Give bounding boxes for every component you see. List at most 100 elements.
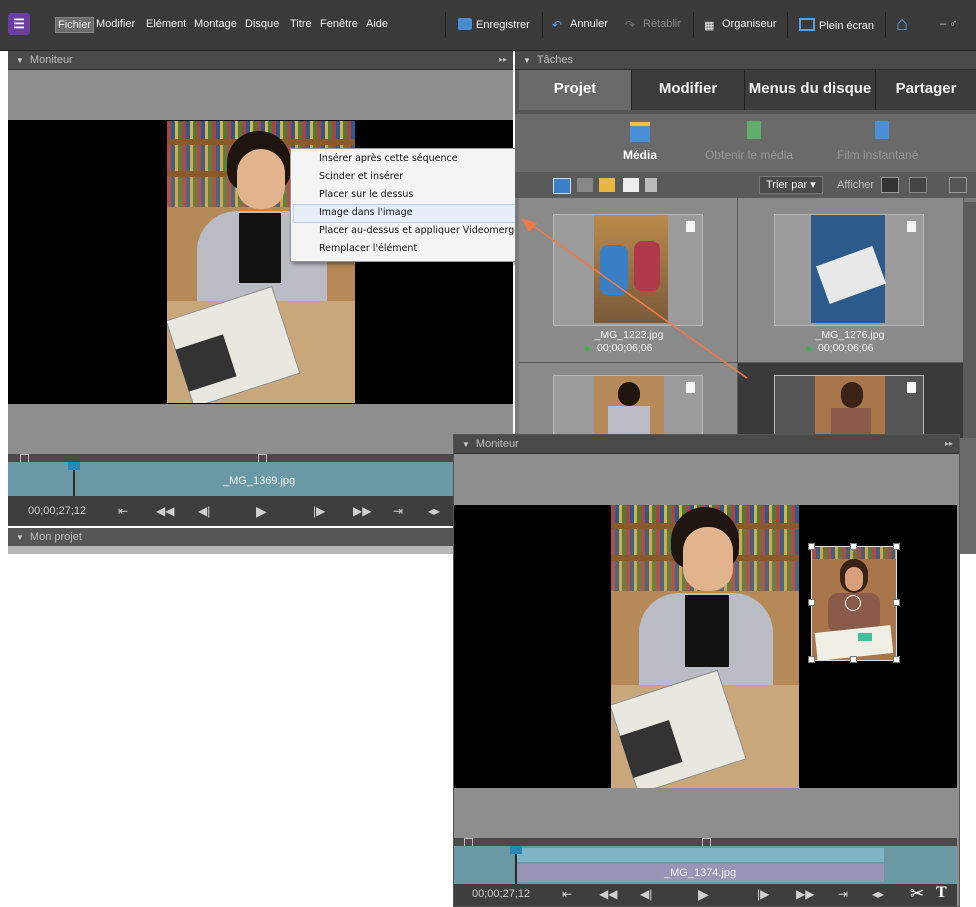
- tasks-tabbar: Projet Modifier Menus du disque Partager: [515, 70, 976, 114]
- panel-menu-icon[interactable]: ▸▸: [499, 51, 507, 69]
- mini-timeline[interactable]: _MG_1374.jpg: [454, 846, 957, 884]
- menu-fenetre[interactable]: Fenêtre: [320, 18, 358, 30]
- go-to-end-icon[interactable]: ⇥: [393, 504, 403, 518]
- play-icon[interactable]: ▶: [256, 503, 267, 520]
- callout-arrow: [521, 218, 748, 379]
- save-label: Enregistrer: [476, 19, 530, 31]
- media-item-selected[interactable]: [738, 363, 964, 440]
- home-icon[interactable]: ⌂: [896, 13, 920, 35]
- menu-item-picture-in-picture[interactable]: Image dans l'image: [319, 207, 412, 218]
- step-forward-icon[interactable]: |▶: [313, 504, 325, 518]
- step-back-icon[interactable]: ◀|: [640, 887, 652, 901]
- scrollbar[interactable]: [963, 202, 976, 438]
- project-title: Mon projet: [29, 531, 82, 543]
- redo-label: Rétablir: [643, 18, 681, 30]
- resize-handle[interactable]: [808, 656, 815, 663]
- trash-icon[interactable]: [645, 178, 657, 192]
- tab-modifier[interactable]: Modifier: [632, 70, 745, 110]
- redo-button[interactable]: ↷ Rétablir: [625, 18, 681, 32]
- menu-item-insert-after[interactable]: Insérer après cette séquence: [319, 153, 458, 164]
- tab-projet[interactable]: Projet: [519, 70, 632, 110]
- scrub-ruler[interactable]: [454, 838, 957, 847]
- fast-forward-icon[interactable]: ▶▶: [353, 504, 371, 518]
- play-icon[interactable]: ▶: [698, 886, 709, 903]
- organizer-button[interactable]: ▦ Organiseur: [704, 18, 776, 32]
- menu-montage[interactable]: Montage: [194, 18, 237, 30]
- menu-item-videomerge[interactable]: Placer au-dessus et appliquer Videomerge: [319, 225, 520, 236]
- folder-icon[interactable]: [577, 178, 593, 192]
- playhead-icon[interactable]: [510, 846, 522, 854]
- face-shape: [237, 149, 285, 209]
- scrub-ruler[interactable]: [8, 454, 513, 463]
- grid-view-icon[interactable]: [553, 178, 571, 194]
- resize-handle[interactable]: [808, 599, 815, 606]
- redo-icon: ↷: [625, 18, 636, 32]
- resize-handle[interactable]: [893, 656, 900, 663]
- toolbar-divider: [885, 12, 886, 38]
- menu-fichier[interactable]: Fichier: [55, 17, 95, 33]
- menu-item-split-insert[interactable]: Scinder et insérer: [319, 171, 403, 182]
- thumbnail-image: [594, 376, 664, 438]
- scissors-icon[interactable]: ✂: [910, 884, 924, 904]
- go-to-start-icon[interactable]: ⇤: [562, 887, 572, 901]
- step-forward-icon[interactable]: |▶: [757, 887, 769, 901]
- menu-modifier[interactable]: Modifier: [96, 18, 135, 30]
- view-label: Afficher: [837, 179, 875, 191]
- menubar: ☰ Fichier Modifier Elément Montage Disqu…: [0, 0, 976, 51]
- new-item-icon[interactable]: [623, 178, 639, 192]
- thumbnail-frame: [774, 214, 924, 326]
- collapse-icon[interactable]: ▼: [16, 52, 24, 70]
- window-controls[interactable]: – ♂: [940, 18, 957, 30]
- shuttle-icon[interactable]: ◂▸: [872, 887, 884, 901]
- get-media-icon: [747, 121, 761, 139]
- panel-menu-icon[interactable]: ▸▸: [945, 435, 953, 453]
- step-back-icon[interactable]: ◀|: [198, 504, 210, 518]
- filmstrip-view-icon[interactable]: [881, 177, 899, 193]
- rewind-icon[interactable]: ◀◀: [156, 504, 174, 518]
- sort-dropdown[interactable]: Trier par ▾: [759, 176, 823, 194]
- transport-bar: 00;00;27;12 ⇤ ◀◀ ◀| ▶ |▶ ▶▶ ⇥ ◂▸ ✂ T: [454, 884, 957, 906]
- subtab-media[interactable]: Média: [623, 148, 657, 162]
- tab-menus-disque[interactable]: Menus du disque: [745, 70, 876, 110]
- resize-handle[interactable]: [893, 599, 900, 606]
- rewind-icon[interactable]: ◀◀: [599, 887, 617, 901]
- menu-element[interactable]: Elément: [146, 18, 186, 30]
- fullscreen-button[interactable]: Plein écran: [799, 18, 874, 32]
- subtab-obtenir-media[interactable]: Obtenir le média: [705, 148, 793, 162]
- save-button[interactable]: Enregistrer: [458, 18, 530, 31]
- title-tool-icon[interactable]: T: [936, 884, 947, 902]
- collapse-icon[interactable]: ▼: [523, 52, 531, 70]
- fast-forward-icon[interactable]: ▶▶: [796, 887, 814, 901]
- tab-partager[interactable]: Partager: [876, 70, 976, 110]
- go-to-start-icon[interactable]: ⇤: [118, 504, 128, 518]
- crosshair-icon[interactable]: [845, 595, 861, 611]
- shirt-shape: [685, 595, 729, 667]
- undo-button[interactable]: ↶ Annuler: [552, 18, 608, 32]
- mini-timeline[interactable]: _MG_1369.jpg: [8, 462, 513, 496]
- monitor2-panel: ▼ Moniteur ▸▸ _MG_1374.jpg 00;00;27;12 ⇤…: [453, 434, 960, 907]
- arrow-head: [521, 218, 537, 232]
- resize-handle[interactable]: [850, 543, 857, 550]
- audio-view-icon[interactable]: [909, 177, 927, 193]
- new-folder-icon[interactable]: [599, 178, 615, 192]
- image-view-icon[interactable]: [949, 177, 967, 193]
- pip-overlay[interactable]: [811, 546, 897, 661]
- collapse-icon[interactable]: ▼: [16, 529, 24, 547]
- menu-item-replace[interactable]: Remplacer l'élément: [319, 243, 417, 254]
- shuttle-icon[interactable]: ◂▸: [428, 504, 440, 518]
- resize-handle[interactable]: [893, 543, 900, 550]
- subtab-film-instantane[interactable]: Film instantané: [837, 148, 918, 162]
- resize-handle[interactable]: [850, 656, 857, 663]
- shirt-shape: [239, 213, 281, 283]
- playhead-icon[interactable]: [68, 462, 80, 470]
- go-to-end-icon[interactable]: ⇥: [838, 887, 848, 901]
- menu-aide[interactable]: Aide: [366, 18, 388, 30]
- sort-label: Trier par: [766, 179, 808, 191]
- menu-item-place-top[interactable]: Placer sur le dessus: [319, 189, 413, 200]
- media-item[interactable]: _MG_1276.jpg 00;00;06;06: [738, 198, 964, 363]
- menu-titre[interactable]: Titre: [290, 18, 312, 30]
- transport-bar: 00;00;27;12 ⇤ ◀◀ ◀| ▶ |▶ ▶▶ ⇥ ◂▸: [8, 496, 513, 526]
- resize-handle[interactable]: [808, 543, 815, 550]
- collapse-icon[interactable]: ▼: [462, 436, 470, 454]
- menu-disque[interactable]: Disque: [245, 18, 279, 30]
